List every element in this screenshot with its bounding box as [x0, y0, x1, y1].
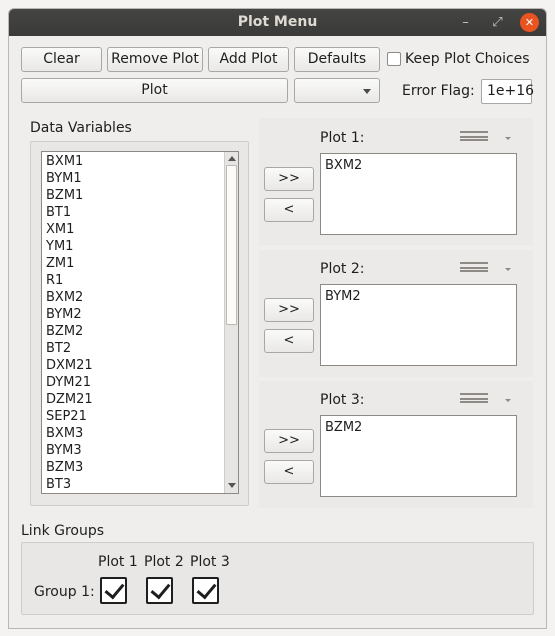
link-groups-column-plot-1: Plot 1: [98, 554, 138, 570]
scroll-thumb[interactable]: [226, 165, 237, 325]
plot-1-item[interactable]: BXM2: [325, 157, 512, 174]
list-item[interactable]: BT3: [46, 476, 93, 493]
chevron-down-icon: [363, 89, 371, 94]
plot-2-add-button[interactable]: >>: [264, 298, 314, 322]
scroll-up-icon[interactable]: [228, 156, 236, 161]
list-item[interactable]: BZM1: [46, 187, 93, 204]
remove-plot-button[interactable]: Remove Plot: [107, 47, 203, 72]
plot-1-label: Plot 1:: [320, 130, 365, 146]
plot-3-item[interactable]: BZM2: [325, 419, 512, 436]
plot-2-remove-button[interactable]: <: [264, 329, 314, 353]
plot-3-list[interactable]: BZM2: [320, 415, 517, 497]
error-flag-label: Error Flag:: [402, 83, 475, 99]
data-variables-items: BXM1 BYM1 BZM1 BT1 XM1 YM1 ZM1 R1 BXM2 B…: [46, 153, 93, 493]
link-groups-column-plot-2: Plot 2: [144, 554, 184, 570]
list-item[interactable]: SEP21: [46, 408, 93, 425]
list-item[interactable]: DXM21: [46, 357, 93, 374]
list-item[interactable]: DYM21: [46, 374, 93, 391]
plot-3-chevron-down-icon[interactable]: [505, 399, 511, 402]
plot-3-label: Plot 3:: [320, 392, 365, 408]
defaults-button[interactable]: Defaults: [294, 47, 380, 72]
plot-3-add-button[interactable]: >>: [264, 429, 314, 453]
list-item[interactable]: BYM3: [46, 442, 93, 459]
data-variables-group: BXM1 BYM1 BZM1 BT1 XM1 YM1 ZM1 R1 BXM2 B…: [30, 141, 249, 506]
data-variables-scrollbar[interactable]: [224, 152, 238, 493]
list-item[interactable]: BZM2: [46, 323, 93, 340]
plot-type-select[interactable]: [294, 78, 380, 103]
add-plot-button[interactable]: Add Plot: [208, 47, 289, 72]
list-item[interactable]: YM1: [46, 238, 93, 255]
plot-1-chevron-down-icon[interactable]: [505, 137, 511, 140]
keep-plot-choices-label: Keep Plot Choices: [405, 51, 530, 67]
list-item[interactable]: ZM1: [46, 255, 93, 272]
list-item[interactable]: BXM2: [46, 289, 93, 306]
list-item[interactable]: XM1: [46, 221, 93, 238]
plot-button[interactable]: Plot: [21, 78, 288, 103]
error-flag-input[interactable]: 1e+16: [481, 79, 534, 104]
plot-2-list[interactable]: BYM2: [320, 284, 517, 366]
list-item[interactable]: DZM21: [46, 391, 93, 408]
data-variables-label: Data Variables: [30, 120, 132, 136]
plot-1-remove-button[interactable]: <: [264, 198, 314, 222]
plot-3-remove-button[interactable]: <: [264, 460, 314, 484]
restore-icon[interactable]: ⤢: [488, 13, 507, 32]
list-item[interactable]: BT2: [46, 340, 93, 357]
title-bar[interactable]: Plot Menu – ⤢ ✕: [9, 9, 546, 36]
group-1-plot-3-checkbox[interactable]: [192, 577, 219, 604]
list-item[interactable]: R1: [46, 272, 93, 289]
plot-menu-window: Plot Menu – ⤢ ✕ Clear Remove Plot Add Pl…: [8, 8, 547, 629]
plot-1-list[interactable]: BXM2: [320, 153, 517, 235]
group-1-label: Group 1:: [34, 584, 95, 600]
list-item[interactable]: BYM1: [46, 170, 93, 187]
list-item[interactable]: BYM2: [46, 306, 93, 323]
link-groups-group: Plot 1 Plot 2 Plot 3 Group 1:: [21, 542, 534, 615]
list-item[interactable]: BZM3: [46, 459, 93, 476]
list-item[interactable]: BXM3: [46, 425, 93, 442]
scroll-down-icon[interactable]: [228, 483, 236, 488]
list-item[interactable]: BT1: [46, 204, 93, 221]
link-groups-label: Link Groups: [21, 523, 105, 539]
plot-1-menu-icon[interactable]: [460, 131, 488, 141]
plot-2-menu-icon[interactable]: [460, 262, 488, 272]
group-1-plot-2-checkbox[interactable]: [146, 577, 173, 604]
clear-button[interactable]: Clear: [21, 47, 102, 72]
plot-1-add-button[interactable]: >>: [264, 167, 314, 191]
list-item[interactable]: BXM1: [46, 153, 93, 170]
close-icon[interactable]: ✕: [520, 13, 539, 32]
link-groups-column-plot-3: Plot 3: [190, 554, 230, 570]
plot-2-chevron-down-icon[interactable]: [505, 268, 511, 271]
group-1-plot-1-checkbox[interactable]: [100, 577, 127, 604]
plot-2-item[interactable]: BYM2: [325, 288, 512, 305]
plot-2-label: Plot 2:: [320, 261, 365, 277]
keep-plot-choices-checkbox[interactable]: [387, 52, 401, 66]
plot-3-menu-icon[interactable]: [460, 393, 488, 403]
data-variables-list[interactable]: BXM1 BYM1 BZM1 BT1 XM1 YM1 ZM1 R1 BXM2 B…: [41, 151, 239, 494]
minimize-icon[interactable]: –: [456, 13, 475, 32]
